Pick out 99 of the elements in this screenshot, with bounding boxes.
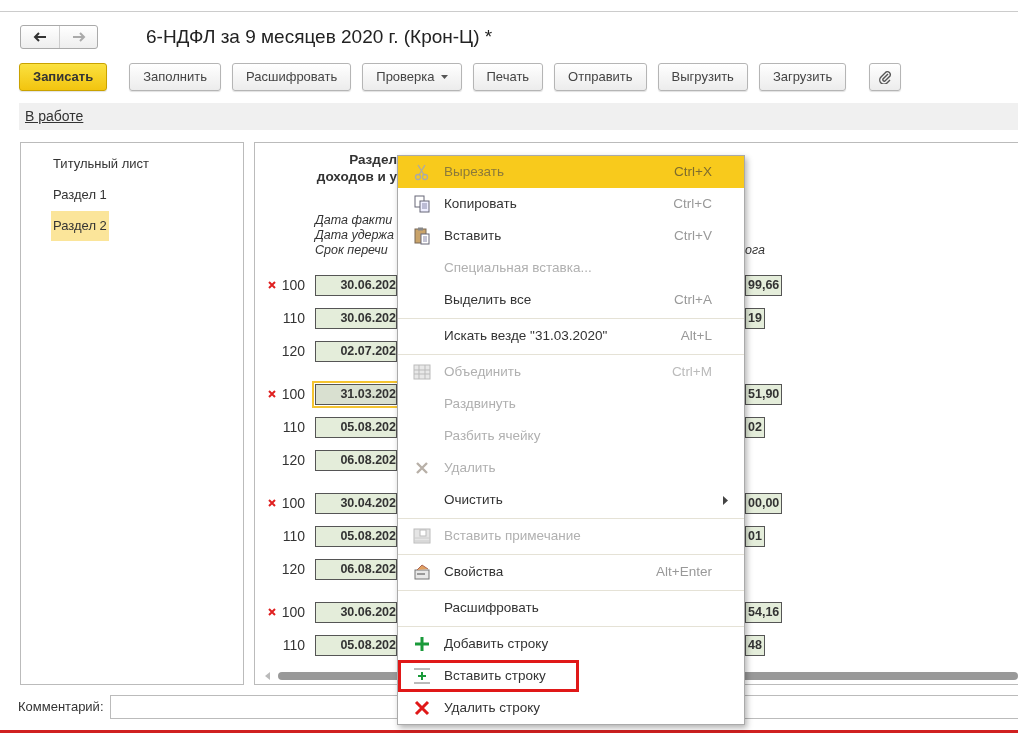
insert-row-icon <box>412 666 432 686</box>
menu-item[interactable]: Свойства Alt+Enter <box>398 556 744 588</box>
forward-arrow-icon <box>71 32 86 43</box>
menu-label: Очистить <box>444 490 503 509</box>
toolbar-button[interactable]: Загрузить <box>758 62 847 91</box>
shortcut-text: Alt+L <box>680 326 712 345</box>
paperclip-icon <box>878 69 893 84</box>
menu-label: Специальная вставка... <box>444 258 592 277</box>
date-cell[interactable]: 31.03.202 <box>315 383 397 405</box>
toolbar-button[interactable]: Заполнить <box>129 62 222 91</box>
legend-text: Срок перечи <box>315 242 388 258</box>
date-cell[interactable]: 30.06.202 <box>315 307 397 329</box>
submenu-arrow-icon <box>723 495 728 505</box>
line-code: 110 <box>282 636 305 653</box>
line-code: 100 <box>281 494 305 511</box>
menu-item[interactable]: Вставить Ctrl+V <box>398 220 744 252</box>
date-cell[interactable]: 05.08.202 <box>315 634 397 656</box>
line-code: 100 <box>281 276 305 293</box>
dropdown-button[interactable]: Проверка <box>362 62 462 91</box>
date-cell[interactable]: 02.07.202 <box>315 340 397 362</box>
menu-item[interactable]: Добавить строку <box>398 628 744 660</box>
legend-text: Дата удержа <box>315 227 394 243</box>
menu-item[interactable]: Выделить все Ctrl+A <box>398 284 744 316</box>
line-code: 100 <box>281 385 305 402</box>
sidebar-item[interactable]: Титульный лист <box>51 149 151 179</box>
line-code: 110 <box>282 418 305 435</box>
menu-label: Копировать <box>444 194 517 213</box>
date-cell[interactable]: 30.06.202 <box>315 274 397 296</box>
menu-item[interactable]: Искать везде "31.03.2020" Alt+L <box>398 320 744 352</box>
menu-label: Свойства <box>444 562 504 581</box>
date-cell[interactable]: 05.08.202 <box>315 416 397 438</box>
toolbar-button[interactable]: Печать <box>472 62 544 91</box>
menu-label: Удалить строку <box>444 698 541 717</box>
properties-icon <box>412 562 432 582</box>
line-code: 120 <box>281 342 305 359</box>
date-cell[interactable]: 06.08.202 <box>315 449 397 471</box>
menu-item[interactable]: Расшифровать <box>398 592 744 624</box>
shortcut-text: Ctrl+V <box>674 226 712 245</box>
paste-icon <box>412 226 432 246</box>
note-icon <box>412 526 432 546</box>
legend-text: Дата факти <box>315 212 393 228</box>
plus-icon <box>412 634 432 654</box>
shortcut-text: Ctrl+X <box>674 162 712 181</box>
legend-text: ога <box>745 242 765 258</box>
toolbar-button[interactable]: Расшифровать <box>232 62 352 91</box>
menu-item[interactable]: Очистить <box>398 484 744 516</box>
table-icon <box>412 362 432 382</box>
menu-item[interactable]: Вставить строку <box>398 660 579 692</box>
sidebar-item[interactable]: Раздел 2 <box>51 211 109 241</box>
caret-icon <box>440 74 448 79</box>
menu-label: Искать везде "31.03.2020" <box>444 326 608 345</box>
menu-label: Вырезать <box>444 162 505 181</box>
menu-label: Вставить строку <box>444 666 546 685</box>
copy-icon <box>412 194 432 214</box>
delete-icon <box>412 698 432 718</box>
window-title: 6-НДФЛ за 9 месяцев 2020 г. (Крон-Ц) * <box>146 25 493 49</box>
shortcut-text: Ctrl+A <box>674 290 712 309</box>
line-code: 120 <box>281 560 305 577</box>
line-code: 120 <box>281 451 305 468</box>
toolbar-button[interactable]: Выгрузить <box>657 62 748 91</box>
section-heading: доходов и у <box>316 167 397 185</box>
toolbar-button[interactable]: Отправить <box>554 62 647 91</box>
menu-label: Удалить <box>444 458 496 477</box>
sidebar-item[interactable]: Раздел 1 <box>51 180 109 210</box>
amount-cell[interactable]: 48 <box>745 634 765 656</box>
amount-cell[interactable]: 54,16 <box>745 601 783 623</box>
section-heading: Раздел <box>349 150 397 168</box>
menu-label: Добавить строку <box>444 634 549 653</box>
line-code: 100 <box>281 603 305 620</box>
amount-cell[interactable]: 19 <box>745 307 765 329</box>
menu-item[interactable]: Копировать Ctrl+C <box>398 188 744 220</box>
amount-cell[interactable]: 00,00 <box>745 492 783 514</box>
comment-label: Комментарий: <box>18 697 104 716</box>
save-button[interactable]: Записать <box>19 62 108 91</box>
amount-cell[interactable]: 01 <box>745 525 765 547</box>
attach-button[interactable] <box>869 62 902 91</box>
shortcut-text: Alt+Enter <box>656 562 712 581</box>
shortcut-text: Ctrl+C <box>673 194 712 213</box>
menu-label: Вставить примечание <box>444 526 581 545</box>
line-code: 110 <box>282 309 305 326</box>
amount-cell[interactable]: 99,66 <box>745 274 783 296</box>
menu-item[interactable]: Удалить строку <box>398 692 744 724</box>
menu-label: Вставить <box>444 226 502 245</box>
scroll-left-icon <box>265 671 270 680</box>
menu-label: Разбить ячейку <box>444 426 541 445</box>
date-cell[interactable]: 05.08.202 <box>315 525 397 547</box>
menu-label: Выделить все <box>444 290 532 309</box>
menu-label: Расшифровать <box>444 598 539 617</box>
shortcut-text: Ctrl+M <box>671 362 712 381</box>
menu-label: Объединить <box>444 362 522 381</box>
date-cell[interactable]: 30.04.202 <box>315 492 397 514</box>
line-code: 110 <box>282 527 305 544</box>
back-arrow-icon <box>33 32 47 43</box>
date-cell[interactable]: 30.06.202 <box>315 601 397 623</box>
status-link[interactable]: В работе <box>25 105 84 127</box>
amount-cell[interactable]: 02 <box>745 416 765 438</box>
date-cell[interactable]: 06.08.202 <box>315 558 397 580</box>
amount-cell[interactable]: 51,90 <box>745 383 783 405</box>
menu-label: Раздвинуть <box>444 394 516 413</box>
